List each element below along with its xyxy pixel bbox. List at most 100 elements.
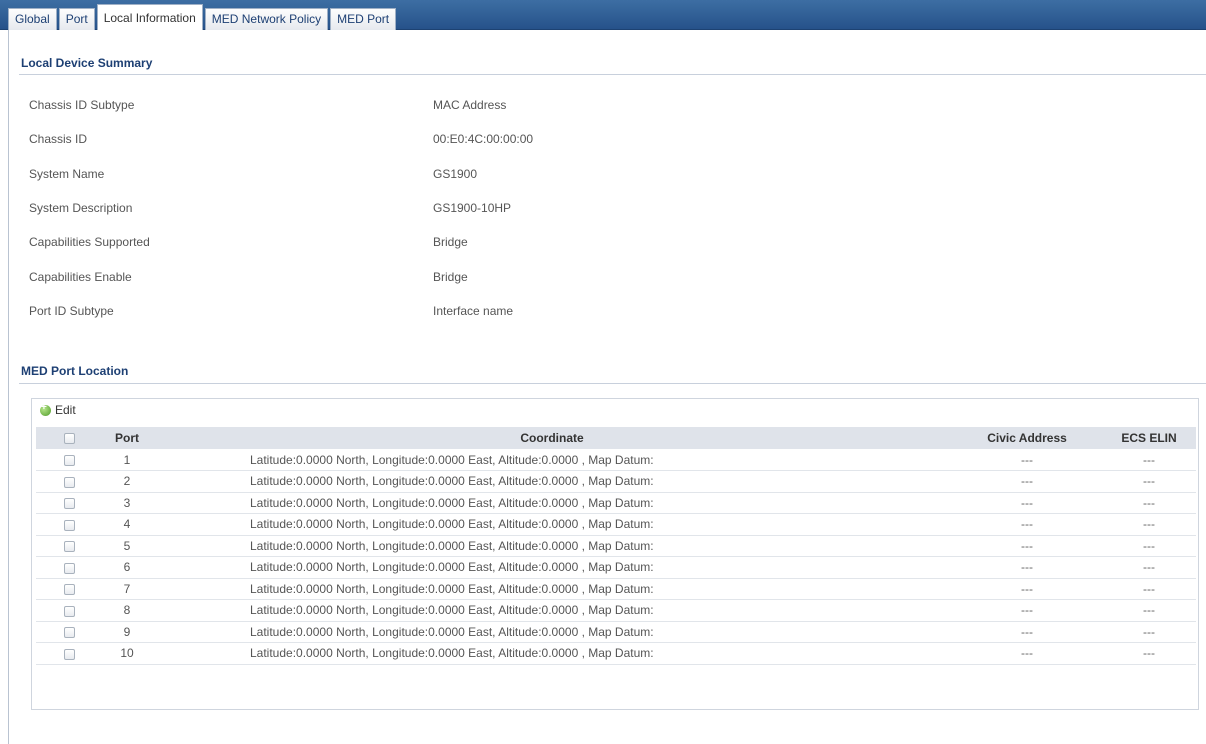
table-row: 8 Latitude:0.0000 North, Longitude:0.0000…	[36, 599, 1196, 622]
port-cell: 8	[102, 599, 152, 622]
add-icon	[40, 402, 51, 416]
summary-label: Capabilities Enable	[29, 269, 132, 284]
port-cell: 1	[102, 449, 152, 471]
ecs-elin-cell: ---	[1102, 599, 1196, 622]
edit-label: Edit	[55, 403, 76, 417]
local-summary-list: Chassis ID Subtype MAC Address Chassis I…	[29, 88, 789, 328]
ecs-elin-cell: ---	[1102, 642, 1196, 665]
select-all-header	[36, 427, 102, 449]
tab-med-network-policy[interactable]: MED Network Policy	[204, 8, 329, 30]
section-divider	[19, 383, 1206, 384]
coordinate-cell: Latitude:0.0000 North, Longitude:0.0000 …	[152, 492, 952, 514]
summary-value: Bridge	[433, 269, 468, 284]
tab-med-port[interactable]: MED Port	[330, 8, 397, 30]
row-checkbox[interactable]	[63, 627, 75, 639]
section-divider	[19, 74, 1206, 75]
row-checkbox[interactable]	[63, 541, 75, 553]
coordinate-cell: Latitude:0.0000 North, Longitude:0.0000 …	[152, 470, 952, 493]
summary-row: System Description GS1900-10HP	[29, 191, 789, 225]
row-checkbox[interactable]	[63, 454, 75, 466]
summary-value: MAC Address	[433, 98, 507, 113]
column-header-ecs-elin: ECS ELIN	[1121, 431, 1177, 445]
content-panel: Local Device Summary Chassis ID Subtype …	[8, 30, 1206, 744]
row-checkbox[interactable]	[63, 476, 75, 488]
ecs-elin-cell: ---	[1102, 621, 1196, 643]
summary-label: System Description	[29, 201, 133, 216]
table-row: 4 Latitude:0.0000 North, Longitude:0.0000…	[36, 513, 1196, 536]
table-row: 3 Latitude:0.0000 North, Longitude:0.0000…	[36, 492, 1196, 514]
civic-address-cell: ---	[952, 556, 1102, 579]
coordinate-cell: Latitude:0.0000 North, Longitude:0.0000 …	[152, 513, 952, 536]
civic-address-cell: ---	[952, 513, 1102, 536]
column-header-civic-address: Civic Address	[987, 431, 1067, 445]
ecs-elin-cell: ---	[1102, 535, 1196, 557]
civic-address-cell: ---	[952, 449, 1102, 471]
coordinate-cell: Latitude:0.0000 North, Longitude:0.0000 …	[152, 599, 952, 622]
civic-address-cell: ---	[952, 578, 1102, 600]
med-port-location-title: MED Port Location	[21, 364, 129, 378]
column-header-coordinate: Coordinate	[520, 431, 584, 445]
summary-value: GS1900	[433, 166, 478, 181]
summary-value: Bridge	[433, 235, 468, 250]
coordinate-cell: Latitude:0.0000 North, Longitude:0.0000 …	[152, 621, 952, 643]
summary-label: Chassis ID	[29, 132, 88, 147]
row-checkbox[interactable]	[63, 648, 75, 660]
port-cell: 9	[102, 621, 152, 643]
summary-row: Chassis ID 00:E0:4C:00:00:00	[29, 122, 789, 156]
summary-value: Interface name	[433, 303, 514, 318]
summary-row: System Name GS1900	[29, 157, 789, 191]
table-row: 6 Latitude:0.0000 North, Longitude:0.0000…	[36, 556, 1196, 579]
column-header-port: Port	[115, 431, 139, 445]
summary-label: System Name	[29, 166, 105, 181]
table-row: 7 Latitude:0.0000 North, Longitude:0.0000…	[36, 578, 1196, 600]
tab-local-information[interactable]: Local Information	[96, 4, 203, 30]
summary-row: Capabilities Supported Bridge	[29, 225, 789, 259]
port-cell: 10	[102, 642, 152, 665]
port-cell: 7	[102, 578, 152, 600]
port-cell: 5	[102, 535, 152, 557]
summary-value: 00:E0:4C:00:00:00	[433, 132, 534, 147]
table-row: 10 Latitude:0.0000 North, Longitude:0.000…	[36, 642, 1196, 665]
table-header-row: Port Coordinate Civic Address ECS ELIN	[36, 427, 1196, 449]
summary-label: Port ID Subtype	[29, 303, 114, 318]
tab-global[interactable]: Global	[8, 8, 57, 30]
edit-button[interactable]: Edit	[40, 402, 76, 417]
row-checkbox[interactable]	[63, 584, 75, 596]
ecs-elin-cell: ---	[1102, 556, 1196, 579]
row-checkbox[interactable]	[63, 562, 75, 574]
tab-bar: Global Port Local Information MED Networ…	[0, 0, 1206, 30]
tab-port[interactable]: Port	[58, 8, 95, 30]
row-checkbox[interactable]	[63, 498, 75, 510]
port-cell: 2	[102, 470, 152, 493]
table-row: 2 Latitude:0.0000 North, Longitude:0.0000…	[36, 470, 1196, 493]
local-summary-title: Local Device Summary	[21, 56, 153, 70]
summary-row: Chassis ID Subtype MAC Address	[29, 88, 789, 122]
row-checkbox[interactable]	[63, 605, 75, 617]
coordinate-cell: Latitude:0.0000 North, Longitude:0.0000 …	[152, 535, 952, 557]
port-cell: 4	[102, 513, 152, 536]
port-cell: 3	[102, 492, 152, 514]
summary-value: GS1900-10HP	[433, 201, 512, 216]
table-row: 1 Latitude:0.0000 North, Longitude:0.0000…	[36, 449, 1196, 471]
ecs-elin-cell: ---	[1102, 470, 1196, 493]
civic-address-cell: ---	[952, 599, 1102, 622]
summary-label: Capabilities Supported	[29, 235, 150, 250]
table-row: 5 Latitude:0.0000 North, Longitude:0.0000…	[36, 535, 1196, 557]
coordinate-cell: Latitude:0.0000 North, Longitude:0.0000 …	[152, 578, 952, 600]
ecs-elin-cell: ---	[1102, 492, 1196, 514]
select-all-checkbox[interactable]	[63, 433, 75, 445]
coordinate-cell: Latitude:0.0000 North, Longitude:0.0000 …	[152, 449, 952, 471]
summary-row: Capabilities Enable Bridge	[29, 259, 789, 293]
tab-list: Global Port Local Information MED Networ…	[8, 4, 398, 30]
coordinate-cell: Latitude:0.0000 North, Longitude:0.0000 …	[152, 556, 952, 579]
ecs-elin-cell: ---	[1102, 578, 1196, 600]
med-port-table-body: 1 Latitude:0.0000 North, Longitude:0.0000…	[36, 449, 1196, 665]
port-cell: 6	[102, 556, 152, 579]
summary-label: Chassis ID Subtype	[29, 98, 135, 113]
civic-address-cell: ---	[952, 535, 1102, 557]
coordinate-cell: Latitude:0.0000 North, Longitude:0.0000 …	[152, 642, 952, 665]
row-checkbox[interactable]	[63, 519, 75, 531]
civic-address-cell: ---	[952, 470, 1102, 493]
civic-address-cell: ---	[952, 492, 1102, 514]
med-port-location-box: Edit Port Coordinate Civic Address ECS E…	[31, 398, 1199, 710]
